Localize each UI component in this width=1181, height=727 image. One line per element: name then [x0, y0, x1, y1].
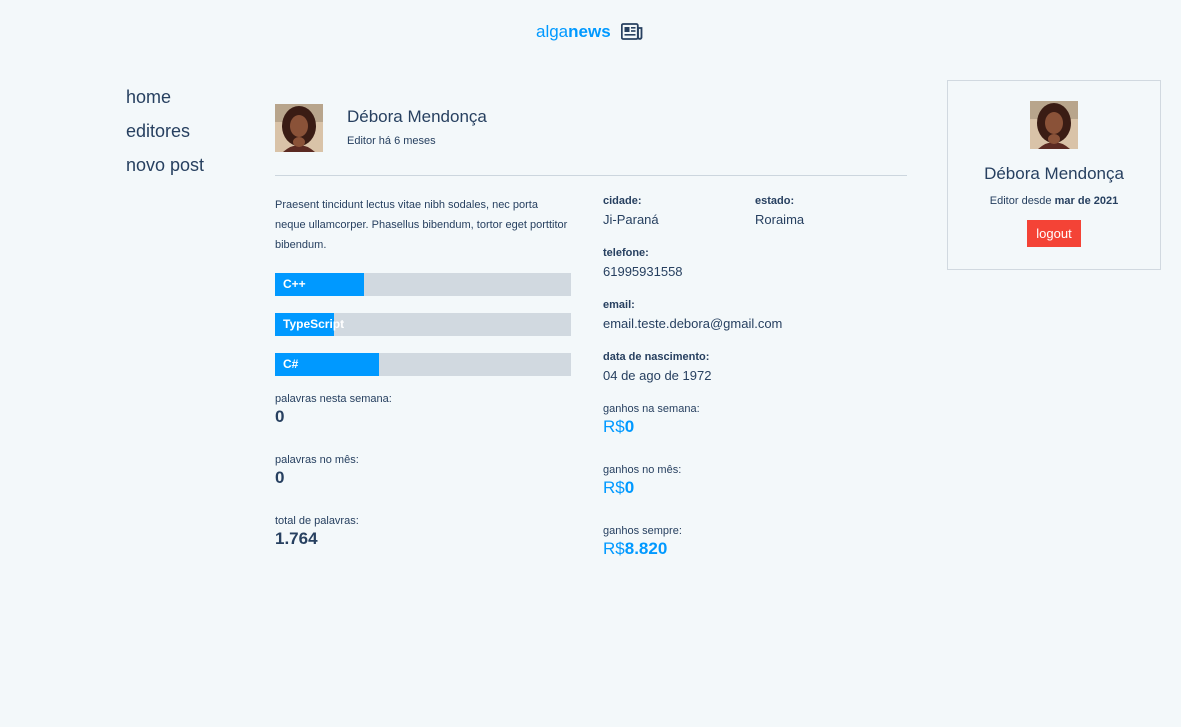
- nav-item-editores[interactable]: editores: [126, 114, 204, 148]
- app-logo[interactable]: alganews: [536, 22, 643, 42]
- main-nav: home editores novo post: [126, 80, 204, 182]
- editor-bio: Praesent tincidunt lectus vitae nibh sod…: [275, 199, 568, 251]
- user-since-prefix: Editor desde: [989, 195, 1052, 207]
- earnings-value: R$8.820: [603, 539, 907, 559]
- email-value: email.teste.debora@gmail.com: [603, 316, 783, 331]
- nav-item-home[interactable]: home: [126, 80, 204, 114]
- city-value: Ji-Paraná: [603, 212, 659, 227]
- birth-value: 04 de ago de 1972: [603, 368, 712, 383]
- nav-item-novo-post[interactable]: novo post: [126, 148, 204, 182]
- word-stats: palavras nesta semana: 0 palavras no mês…: [275, 393, 571, 576]
- stat-label: palavras no mês:: [275, 454, 359, 466]
- earnings-amount: 0: [624, 417, 635, 436]
- earnings-month: ganhos no mês: R$0: [603, 464, 907, 525]
- earnings-label: ganhos no mês:: [603, 464, 682, 476]
- editor-profile: Débora Mendonça Editor há 6 meses Praese…: [275, 104, 907, 586]
- earnings-week: ganhos na semana: R$0: [603, 403, 907, 464]
- profile-columns: Praesent tincidunt lectus vitae nibh sod…: [275, 195, 907, 586]
- city-field: cidade: Ji-Paraná: [603, 195, 755, 247]
- earnings-value: R$0: [603, 417, 907, 437]
- state-label: estado:: [755, 195, 795, 207]
- user-since-date: mar de 2021: [1054, 195, 1119, 207]
- currency-symbol: R$: [603, 417, 625, 436]
- skill-bar-csharp: C#: [275, 353, 571, 376]
- stat-value: 0: [275, 407, 285, 426]
- earnings-label: ganhos sempre:: [603, 525, 682, 537]
- stat-words-week: palavras nesta semana: 0: [275, 393, 571, 454]
- profile-right-column: cidade: Ji-Paraná estado: Roraima telefo…: [603, 195, 907, 586]
- avatar: [1030, 101, 1078, 149]
- email-field: email: email.teste.debora@gmail.com: [603, 299, 907, 351]
- state-field: estado: Roraima: [755, 195, 907, 247]
- avatar: [275, 104, 323, 152]
- user-name: Débora Mendonça: [984, 164, 1124, 183]
- earnings-stats: ganhos na semana: R$0 ganhos no mês: R$0…: [603, 403, 907, 586]
- user-card: Débora Mendonça Editor desde mar de 2021…: [947, 80, 1161, 270]
- skills-list: C++ TypeScript C#: [275, 273, 571, 376]
- earnings-label: ganhos na semana:: [603, 403, 700, 415]
- phone-value: 61995931558: [603, 264, 683, 279]
- currency-symbol: R$: [603, 539, 625, 558]
- state-value: Roraima: [755, 212, 805, 227]
- phone-label: telefone:: [603, 247, 649, 259]
- skill-bar-typescript: TypeScript: [275, 313, 571, 336]
- skill-bar-cpp: C++: [275, 273, 571, 296]
- profile-left-column: Praesent tincidunt lectus vitae nibh sod…: [275, 195, 571, 586]
- stat-words-total: total de palavras: 1.764: [275, 515, 571, 576]
- logout-button[interactable]: logout: [1027, 220, 1081, 247]
- earnings-amount: 8.820: [624, 539, 668, 558]
- skill-label: TypeScript: [283, 317, 345, 331]
- newspaper-icon: [620, 23, 643, 40]
- phone-field: telefone: 61995931558: [603, 247, 755, 299]
- profile-info: Débora Mendonça Editor há 6 meses: [347, 104, 487, 147]
- email-row: email: email.teste.debora@gmail.com: [603, 299, 907, 351]
- birth-label: data de nascimento:: [603, 351, 710, 363]
- brand-bold-text: news: [568, 22, 611, 41]
- earnings-value: R$0: [603, 478, 907, 498]
- earnings-amount: 0: [624, 478, 635, 497]
- user-since: Editor desde mar de 2021: [948, 195, 1160, 207]
- phone-row: telefone: 61995931558: [603, 247, 907, 299]
- earnings-total: ganhos sempre: R$8.820: [603, 525, 907, 586]
- currency-symbol: R$: [603, 478, 625, 497]
- skill-label: C#: [283, 357, 299, 371]
- editor-since: Editor há 6 meses: [347, 135, 436, 147]
- profile-header: Débora Mendonça Editor há 6 meses: [275, 104, 907, 176]
- stat-value: 0: [275, 468, 285, 487]
- city-label: cidade:: [603, 195, 642, 207]
- skill-label: C++: [283, 277, 306, 291]
- editor-name: Débora Mendonça: [347, 107, 487, 126]
- stat-words-month: palavras no mês: 0: [275, 454, 571, 515]
- stat-value: 1.764: [275, 529, 318, 548]
- brand-light-text: alga: [536, 22, 569, 41]
- email-label: email:: [603, 299, 635, 311]
- brand-name: alganews: [536, 22, 611, 42]
- location-row: cidade: Ji-Paraná estado: Roraima: [603, 195, 907, 247]
- birth-field: data de nascimento: 04 de ago de 1972: [603, 351, 907, 403]
- stat-label: total de palavras:: [275, 515, 359, 527]
- stat-label: palavras nesta semana:: [275, 393, 392, 405]
- birth-row: data de nascimento: 04 de ago de 1972: [603, 351, 907, 403]
